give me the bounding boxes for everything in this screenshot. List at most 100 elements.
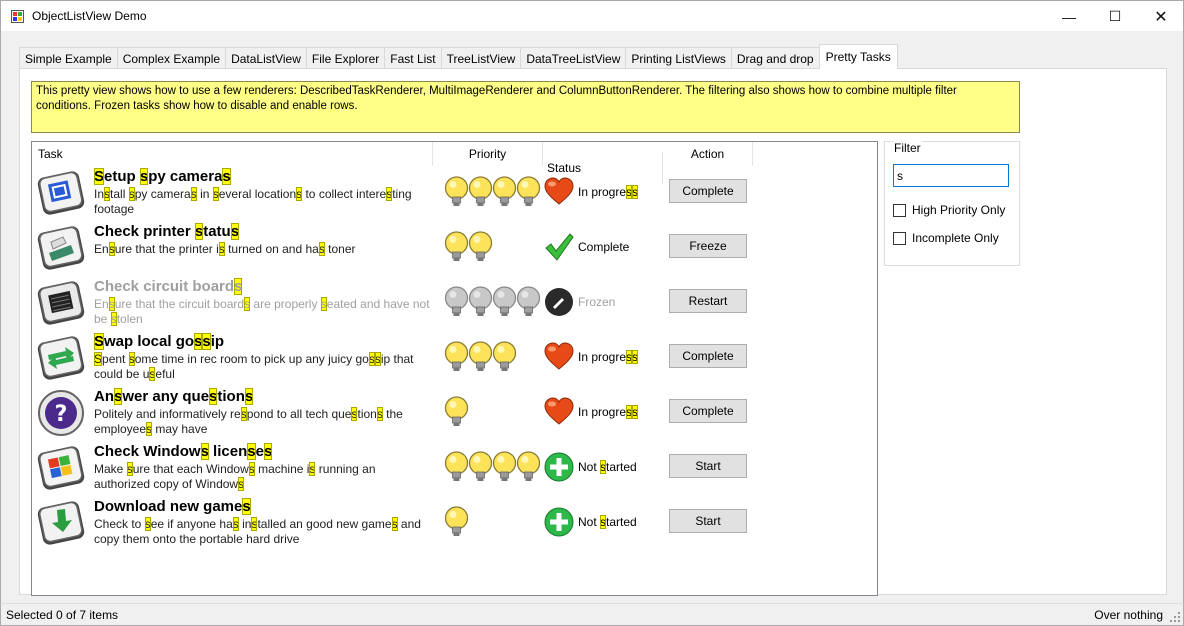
filter-match-highlight: s (240, 407, 247, 421)
filter-legend: Filter (893, 141, 922, 155)
status-cell: Not started (544, 506, 664, 538)
swap-arrows-icon (37, 336, 85, 380)
tab-pretty-tasks[interactable]: Pretty Tasks (818, 44, 898, 69)
task-title: Answer any questions (94, 388, 254, 405)
maximize-button[interactable]: ☐ (1092, 1, 1138, 32)
action-button-start[interactable]: Start (669, 454, 747, 478)
priority-bulb-icon (444, 341, 469, 371)
tab-drag-and-drop[interactable]: Drag and drop (730, 47, 820, 69)
filter-match-highlight: s (139, 168, 149, 185)
filter-match-highlight: s (202, 333, 211, 350)
task-row[interactable]: Download new games Check to see if anyone… (32, 496, 877, 551)
task-row[interactable]: Check circuit boards Ensure that the circ… (32, 276, 877, 331)
priority-bulb-icon (492, 341, 517, 371)
info-box: This pretty view shows how to use a few … (31, 81, 1020, 133)
filter-match-highlight: s (209, 388, 218, 405)
heart-icon (544, 397, 574, 425)
task-title: Check printer status (94, 223, 240, 240)
column-header-task[interactable]: Task (32, 142, 433, 166)
task-row[interactable]: Setup spy cameras Install spy cameras in … (32, 166, 877, 221)
camera-icon (37, 171, 85, 215)
task-description: Ensure that the circuit boards are prope… (94, 297, 430, 326)
hover-status: Over nothing (1094, 608, 1163, 622)
task-description: Politely and informatively respond to al… (94, 407, 403, 436)
filter-match-highlight: s (110, 311, 117, 326)
action-button-start[interactable]: Start (669, 509, 747, 533)
filter-match-highlight: s (318, 242, 325, 256)
close-button[interactable]: ✕ (1138, 1, 1184, 32)
checkbox-box[interactable] (893, 203, 906, 217)
svg-text:?: ? (55, 402, 68, 427)
filter-match-highlight: s (128, 187, 135, 201)
tab-page-pretty-tasks: This pretty view shows how to use a few … (19, 68, 1167, 596)
windows-logo-icon (37, 446, 85, 490)
tab-fast-list[interactable]: Fast List (384, 47, 442, 69)
column-header-action[interactable]: Action (663, 142, 753, 166)
filter-match-highlight: s (263, 443, 273, 460)
status-text: In progress (578, 185, 639, 199)
incomplete-checkbox[interactable]: Incomplete Only (893, 231, 999, 245)
action-button-complete[interactable]: Complete (669, 399, 747, 423)
tab-datatreelistview[interactable]: DataTreeListView (520, 47, 627, 69)
priority-bulb-icon (444, 231, 469, 261)
resize-grip-icon[interactable] (1169, 611, 1181, 623)
priority-bulb-icon (444, 176, 469, 206)
filter-match-highlight: s (386, 187, 393, 201)
filter-group: Filter High Priority Only Incomplete Onl… (884, 141, 1020, 266)
priority-bulb-icon (468, 176, 493, 206)
status-cell: Not started (544, 451, 664, 483)
filter-match-highlight: s (320, 297, 327, 311)
status-cell: In progress (544, 396, 664, 428)
task-row[interactable]: Check Windows licenses Make sure that eac… (32, 441, 877, 496)
circuit-board-icon (37, 281, 85, 325)
priority-cell (444, 451, 541, 483)
task-row[interactable]: Check printer status Ensure that the prin… (32, 221, 877, 276)
filter-match-highlight: s (104, 187, 111, 201)
status-text: Complete (578, 240, 630, 254)
filter-match-highlight: s (374, 352, 381, 366)
priority-cell (444, 286, 541, 318)
tab-printing-listviews[interactable]: Printing ListViews (625, 47, 732, 69)
high-priority-checkbox[interactable]: High Priority Only (893, 203, 1005, 217)
status-cell: In progress (544, 176, 664, 208)
filter-match-highlight: s (194, 223, 204, 240)
priority-bulb-icon (516, 451, 541, 481)
task-row[interactable]: ? Answer any questions Politely and inform… (32, 386, 877, 441)
filter-input[interactable] (893, 164, 1009, 187)
filter-match-highlight: s (600, 460, 607, 474)
minimize-button[interactable]: — (1046, 1, 1092, 32)
tab-file-explorer[interactable]: File Explorer (305, 47, 386, 69)
action-button-restart[interactable]: Restart (669, 289, 747, 313)
priority-bulb-icon (444, 451, 469, 481)
filter-match-highlight: s (242, 498, 251, 515)
action-button-freeze[interactable]: Freeze (669, 234, 747, 258)
action-button-complete[interactable]: Complete (669, 179, 747, 203)
priority-bulb-icon (492, 451, 517, 481)
filter-match-highlight: s (144, 517, 151, 531)
priority-bulb-icon (444, 286, 469, 316)
priority-bulb-icon (468, 451, 493, 481)
minimize-icon: — (1062, 8, 1076, 25)
filter-match-highlight: s (238, 476, 245, 491)
task-title: Setup spy cameras (94, 168, 231, 185)
selection-status: Selected 0 of 7 items (6, 608, 119, 622)
filter-match-highlight: s (632, 185, 639, 199)
filter-match-highlight: s (391, 517, 398, 531)
filter-match-highlight: s (108, 297, 115, 311)
action-button-complete[interactable]: Complete (669, 344, 747, 368)
filter-match-highlight: s (218, 242, 225, 256)
filter-match-highlight: s (126, 462, 133, 476)
status-bar: Selected 0 of 7 items Over nothing (0, 603, 1184, 626)
tab-datalistview[interactable]: DataListView (225, 47, 307, 69)
task-row[interactable]: Swap local gossip Spent some time in rec … (32, 331, 877, 386)
tab-simple-example[interactable]: Simple Example (19, 47, 118, 69)
priority-bulb-icon (468, 341, 493, 371)
tab-complex-example[interactable]: Complex Example (116, 47, 227, 69)
title-bar: ObjectListView Demo — ☐ ✕ (0, 0, 1184, 31)
task-list-view[interactable]: Task Priority Status Action Setup spy ca… (31, 141, 878, 596)
tab-treelistview[interactable]: TreeListView (440, 47, 522, 69)
checkbox-box[interactable] (893, 231, 906, 245)
priority-bulb-icon (516, 286, 541, 316)
column-header-priority[interactable]: Priority (433, 142, 543, 166)
task-title: Check Windows licenses (94, 443, 273, 460)
